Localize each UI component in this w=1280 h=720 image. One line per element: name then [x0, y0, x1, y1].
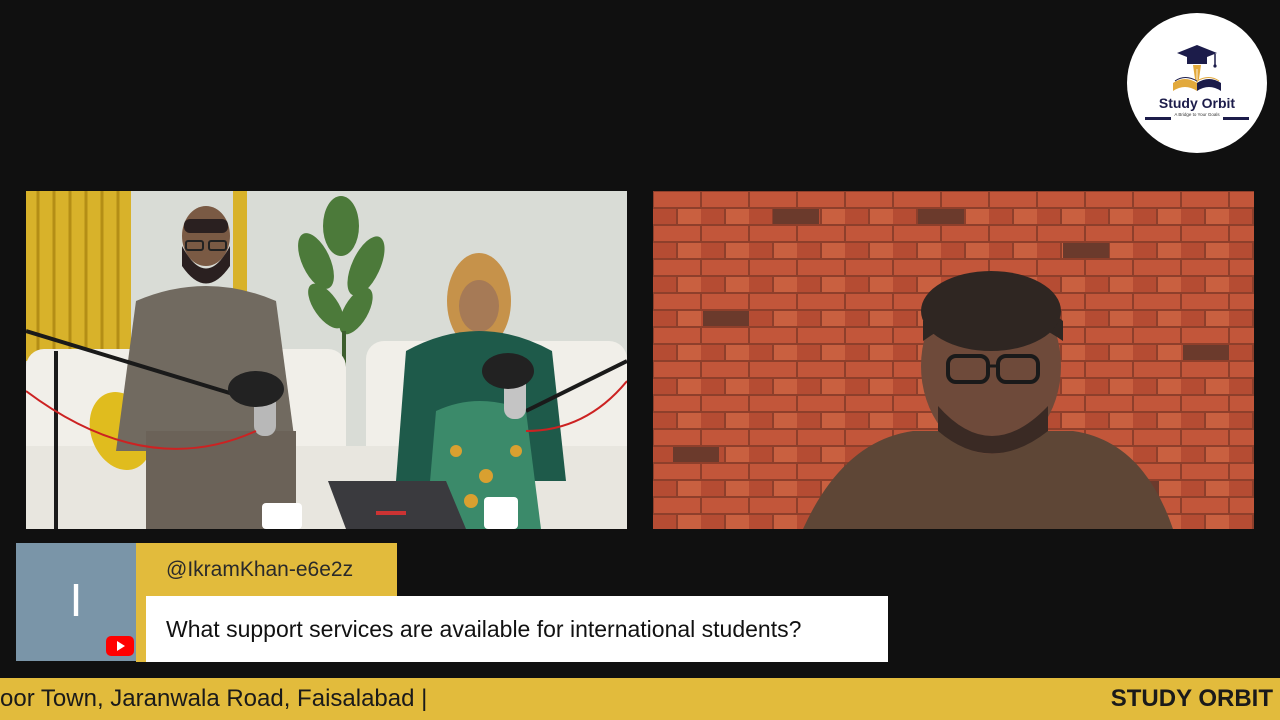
logo-underline-right: [1223, 117, 1249, 120]
host-video-feed: [26, 191, 627, 529]
ticker-brand: STUDY ORBIT: [1110, 685, 1273, 712]
ticker-scrolling-text: oor Town, Jaranwala Road, Faisalabad |: [0, 685, 428, 712]
news-ticker: oor Town, Jaranwala Road, Faisalabad | S…: [0, 678, 1280, 720]
study-orbit-logo: Study Orbit A Bridge to Your Goals: [1127, 13, 1267, 153]
studio-scene-image: [26, 191, 627, 529]
guest-video-feed: [653, 191, 1254, 529]
youtube-icon: [106, 636, 134, 656]
avatar-letter: I: [69, 574, 83, 626]
stream-stage: Study Orbit A Bridge to Your Goals I @Ik…: [0, 0, 1280, 720]
comment-author-name: @IkramKhan-e6e2z: [136, 543, 397, 596]
guest-scene-image: [653, 191, 1254, 529]
logo-underline-left: [1145, 117, 1171, 120]
comment-accent-strip: [136, 596, 146, 662]
graduation-cap-book-icon: [1173, 45, 1221, 91]
comment-text: What support services are available for …: [146, 596, 888, 662]
logo-brand-text: Study Orbit: [1158, 95, 1236, 111]
